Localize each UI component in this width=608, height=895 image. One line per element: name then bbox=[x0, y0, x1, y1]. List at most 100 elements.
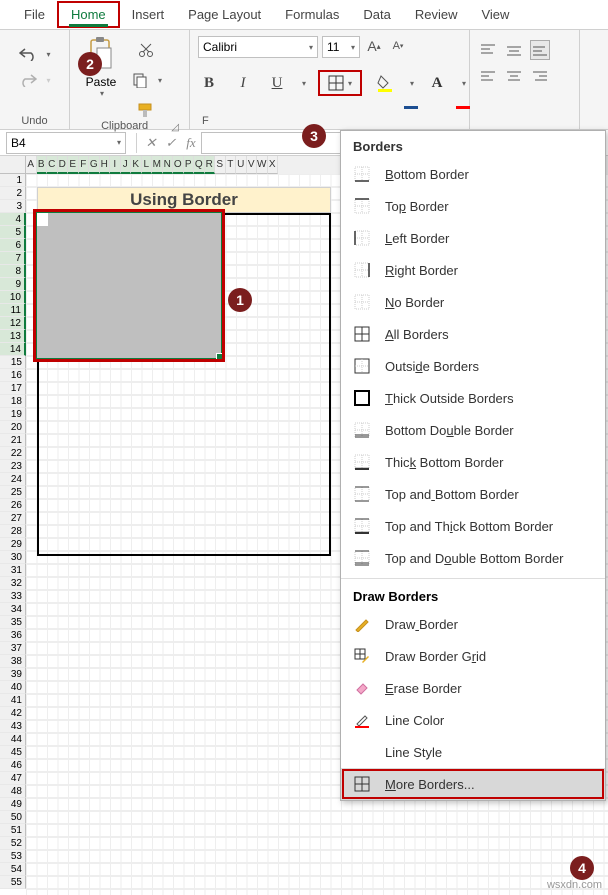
merged-title-cell[interactable]: Using Border bbox=[37, 187, 331, 213]
fill-color-button[interactable] bbox=[374, 72, 396, 94]
format-painter-icon[interactable] bbox=[136, 100, 156, 120]
row-head-21[interactable]: 21 bbox=[0, 434, 26, 447]
row-head-3[interactable]: 3 bbox=[0, 200, 26, 213]
row-head-35[interactable]: 35 bbox=[0, 616, 26, 629]
row-head-6[interactable]: 6 bbox=[0, 239, 26, 252]
col-head-X[interactable]: X bbox=[268, 156, 279, 174]
bold-button[interactable]: B bbox=[198, 72, 220, 94]
row-head-16[interactable]: 16 bbox=[0, 369, 26, 382]
row-head-43[interactable]: 43 bbox=[0, 720, 26, 733]
font-size-select[interactable]: 11▾ bbox=[322, 36, 360, 58]
row-head-29[interactable]: 29 bbox=[0, 538, 26, 551]
row-head-33[interactable]: 33 bbox=[0, 590, 26, 603]
border-item-all[interactable]: All Borders bbox=[341, 318, 605, 350]
undo-icon[interactable] bbox=[18, 44, 38, 64]
border-item-bdouble[interactable]: Bottom Double Border bbox=[341, 414, 605, 446]
col-head-P[interactable]: P bbox=[184, 156, 195, 174]
tab-insert[interactable]: Insert bbox=[120, 1, 177, 28]
enter-formula-icon[interactable]: ✓ bbox=[161, 135, 181, 151]
undo-caret[interactable]: ▾ bbox=[46, 50, 50, 59]
col-head-G[interactable]: G bbox=[89, 156, 100, 174]
row-head-34[interactable]: 34 bbox=[0, 603, 26, 616]
row-head-39[interactable]: 39 bbox=[0, 668, 26, 681]
tab-file[interactable]: File bbox=[12, 1, 57, 28]
tab-pagelayout[interactable]: Page Layout bbox=[176, 1, 273, 28]
row-head-32[interactable]: 32 bbox=[0, 577, 26, 590]
col-head-O[interactable]: O bbox=[173, 156, 184, 174]
row-head-18[interactable]: 18 bbox=[0, 395, 26, 408]
row-head-8[interactable]: 8 bbox=[0, 265, 26, 278]
row-head-36[interactable]: 36 bbox=[0, 629, 26, 642]
cell-selection[interactable] bbox=[37, 213, 221, 358]
italic-button[interactable]: I bbox=[232, 72, 254, 94]
row-head-46[interactable]: 46 bbox=[0, 759, 26, 772]
paste-caret[interactable]: ▾ bbox=[100, 89, 104, 98]
underline-caret[interactable]: ▾ bbox=[302, 79, 306, 88]
row-head-15[interactable]: 15 bbox=[0, 356, 26, 369]
row-head-25[interactable]: 25 bbox=[0, 486, 26, 499]
row-head-9[interactable]: 9 bbox=[0, 278, 26, 291]
col-head-F[interactable]: F bbox=[79, 156, 90, 174]
row-head-49[interactable]: 49 bbox=[0, 798, 26, 811]
col-head-C[interactable]: C bbox=[47, 156, 58, 174]
border-item-thickb[interactable]: Thick Bottom Border bbox=[341, 446, 605, 478]
draw-item-draw[interactable]: Draw Border bbox=[341, 608, 605, 640]
tab-data[interactable]: Data bbox=[351, 1, 402, 28]
row-head-5[interactable]: 5 bbox=[0, 226, 26, 239]
col-head-I[interactable]: I bbox=[110, 156, 121, 174]
redo-caret[interactable]: ▾ bbox=[46, 76, 50, 85]
row-head-12[interactable]: 12 bbox=[0, 317, 26, 330]
row-head-31[interactable]: 31 bbox=[0, 564, 26, 577]
tab-review[interactable]: Review bbox=[403, 1, 470, 28]
border-item-top[interactable]: Top Border bbox=[341, 190, 605, 222]
col-head-D[interactable]: D bbox=[58, 156, 69, 174]
font-name-select[interactable]: Calibri▾ bbox=[198, 36, 318, 58]
col-head-Q[interactable]: Q bbox=[194, 156, 205, 174]
col-head-A[interactable]: A bbox=[26, 156, 37, 174]
row-head-24[interactable]: 24 bbox=[0, 473, 26, 486]
row-head-17[interactable]: 17 bbox=[0, 382, 26, 395]
align-center-icon[interactable] bbox=[504, 66, 524, 86]
align-middle-icon[interactable] bbox=[504, 40, 524, 60]
align-left-icon[interactable] bbox=[478, 66, 498, 86]
row-head-53[interactable]: 53 bbox=[0, 850, 26, 863]
grow-font-icon[interactable]: A▴ bbox=[364, 36, 384, 56]
copy-icon[interactable] bbox=[130, 70, 150, 90]
row-head-27[interactable]: 27 bbox=[0, 512, 26, 525]
tab-home[interactable]: Home bbox=[57, 1, 120, 28]
col-head-S[interactable]: S bbox=[215, 156, 226, 174]
row-head-26[interactable]: 26 bbox=[0, 499, 26, 512]
row-head-51[interactable]: 51 bbox=[0, 824, 26, 837]
tab-formulas[interactable]: Formulas bbox=[273, 1, 351, 28]
row-head-13[interactable]: 13 bbox=[0, 330, 26, 343]
fx-icon[interactable]: fx bbox=[181, 135, 201, 151]
row-head-45[interactable]: 45 bbox=[0, 746, 26, 759]
row-head-48[interactable]: 48 bbox=[0, 785, 26, 798]
row-head-40[interactable]: 40 bbox=[0, 681, 26, 694]
row-head-1[interactable]: 1 bbox=[0, 174, 26, 187]
row-head-10[interactable]: 10 bbox=[0, 291, 26, 304]
row-head-23[interactable]: 23 bbox=[0, 460, 26, 473]
col-head-E[interactable]: E bbox=[68, 156, 79, 174]
borders-button[interactable]: ▾ bbox=[318, 70, 362, 96]
row-head-47[interactable]: 47 bbox=[0, 772, 26, 785]
border-item-outside[interactable]: Outside Borders bbox=[341, 350, 605, 382]
draw-item-linestyle[interactable]: Line Style bbox=[341, 736, 605, 768]
draw-item-drawgrid[interactable]: Draw Border Grid bbox=[341, 640, 605, 672]
col-head-V[interactable]: V bbox=[247, 156, 258, 174]
copy-caret[interactable]: ▾ bbox=[158, 76, 162, 85]
row-head-55[interactable]: 55 bbox=[0, 876, 26, 889]
row-head-42[interactable]: 42 bbox=[0, 707, 26, 720]
col-head-B[interactable]: B bbox=[37, 156, 48, 174]
more-borders-item[interactable]: More Borders... bbox=[341, 768, 605, 800]
cancel-formula-icon[interactable]: ✕ bbox=[141, 135, 161, 151]
align-right-icon[interactable] bbox=[530, 66, 550, 86]
row-head-50[interactable]: 50 bbox=[0, 811, 26, 824]
name-box[interactable]: B4▾ bbox=[6, 132, 126, 154]
border-item-thick[interactable]: Thick Outside Borders bbox=[341, 382, 605, 414]
cut-icon[interactable] bbox=[136, 40, 156, 60]
row-head-52[interactable]: 52 bbox=[0, 837, 26, 850]
fontcolor-caret[interactable]: ▾ bbox=[462, 79, 466, 88]
row-head-30[interactable]: 30 bbox=[0, 551, 26, 564]
border-item-none[interactable]: No Border bbox=[341, 286, 605, 318]
